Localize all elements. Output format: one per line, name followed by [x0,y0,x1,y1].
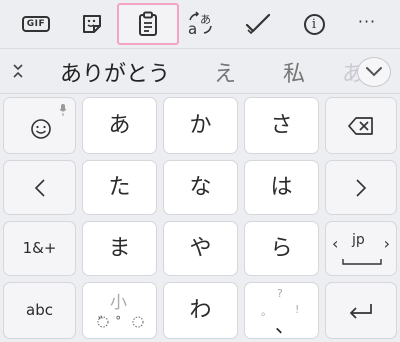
candidate-bar: ありがとう え 私 あ [0,48,400,94]
kana-key-na[interactable]: な [163,160,238,215]
punct-hint-period: 。 [261,305,272,318]
translate-icon: a あ [188,11,212,37]
candidate-item[interactable]: え [214,56,236,88]
kana-key-sa[interactable]: さ [244,97,319,154]
key-label: ま [108,235,131,261]
lang-right-arrow: › [383,234,390,253]
kana-key-ta[interactable]: た [82,160,157,215]
emoji-icon [31,119,51,139]
clipboard-icon [139,11,157,36]
info-icon: i [303,13,325,35]
language-switch-key[interactable]: ‹ jp › [325,221,397,276]
abc-key[interactable]: abc [3,282,76,339]
symbols-key[interactable]: 1&+ [3,221,76,276]
lang-label: jp [352,232,365,248]
punct-hint-exclaim: ! [295,303,300,316]
emoji-key[interactable] [3,97,76,154]
svg-text:a: a [188,20,197,37]
backspace-key[interactable] [325,97,397,154]
cursor-left-key[interactable] [3,160,76,215]
candidate-item[interactable]: 私 [283,56,305,88]
sticker-button[interactable] [61,3,123,45]
chevron-right-icon [356,178,367,197]
key-label: た [108,174,131,200]
collapse-icon [13,64,23,78]
candidate-item[interactable]: ありがとう [60,56,170,88]
key-label: abc [26,301,53,319]
spellcheck-button[interactable] [227,3,289,45]
key-label: 1&+ [22,239,57,257]
chevron-left-icon [34,178,45,197]
keyboard-toolbar: GIF a あ i ··· [0,0,400,48]
backspace-icon [348,116,373,135]
enter-key[interactable] [325,282,397,339]
svg-text:あ: あ [200,13,211,26]
key-label: わ [189,297,212,323]
key-label: は [270,174,293,200]
collapse-button[interactable] [8,59,28,83]
punctuation-key[interactable]: ? 。 ! 、 [244,282,319,339]
key-label: あ [108,112,131,138]
kana-key-wa[interactable]: わ [163,282,238,339]
kana-key-ya[interactable]: や [163,221,238,276]
gif-icon: GIF [21,16,51,32]
kana-key-a[interactable]: あ [82,97,157,154]
kana-key-ma[interactable]: ま [82,221,157,276]
sticker-icon [83,15,101,33]
gif-button[interactable]: GIF [5,3,67,45]
lang-left-arrow: ‹ [332,234,339,253]
key-label: さ [270,112,293,138]
expand-candidates-button[interactable] [357,57,391,87]
kana-key-ra[interactable]: ら [244,221,319,276]
key-label: か [189,112,212,138]
microphone-icon [59,104,67,116]
kana-key-ha[interactable]: は [244,160,319,215]
small-dakuten-key[interactable]: 小 ゛゜ [82,282,157,339]
key-label: や [189,235,212,261]
key-label: ら [270,235,293,261]
chevron-down-icon [366,67,382,77]
cursor-right-key[interactable] [325,160,397,215]
punct-label: 、 [275,313,295,337]
punct-hint-question: ? [277,287,283,300]
more-icon: ··· [357,11,377,31]
space-bar-icon [342,259,382,265]
checkmark-icon [245,13,271,35]
dotted-circle-icon [97,316,144,328]
enter-icon [349,303,372,319]
translate-button[interactable]: a あ [170,3,232,45]
kana-key-ka[interactable]: か [163,97,238,154]
key-label: な [189,174,212,200]
more-button[interactable]: ··· [336,3,398,45]
